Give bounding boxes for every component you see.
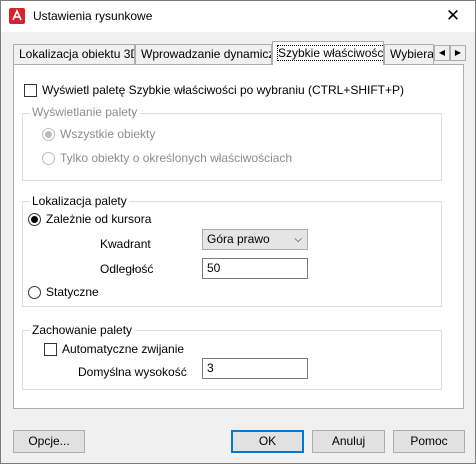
tab-label: Wybierani (390, 47, 434, 61)
tab-panel-quick-properties: Wyświetl paletę Szybkie właściwości po w… (13, 64, 464, 409)
show-palette-label[interactable]: Wyświetl paletę Szybkie właściwości po w… (42, 83, 404, 97)
all-objects-label: Wszystkie obiekty (60, 127, 156, 141)
window-title: Ustawienia rysunkowe (33, 9, 153, 23)
specified-objects-label: Tylko obiekty o określonych właściwościa… (60, 151, 293, 165)
tab-selection-cycling[interactable]: Wybierani (384, 44, 434, 64)
auto-collapse-checkbox[interactable] (44, 343, 57, 356)
autocad-app-icon (9, 8, 25, 24)
palette-location-title: Lokalizacja palety (30, 194, 129, 208)
quadrant-select-value: Góra prawo (207, 232, 270, 246)
static-label[interactable]: Statyczne (46, 285, 99, 299)
help-button[interactable]: Pomoc (393, 430, 465, 453)
distance-input[interactable]: 50 (202, 258, 308, 279)
tab-scroll-right-icon[interactable]: ▶ (450, 45, 466, 61)
palette-display-group (22, 113, 442, 181)
show-palette-checkbox[interactable] (24, 84, 37, 97)
options-button[interactable]: Opcje... (13, 430, 85, 453)
ok-button[interactable]: OK (231, 430, 304, 453)
default-height-input[interactable]: 3 (202, 358, 308, 379)
all-objects-radio[interactable] (42, 128, 55, 141)
static-radio[interactable] (28, 286, 41, 299)
tab-3d-object-snap[interactable]: Lokalizacja obiektu 3D (13, 44, 135, 64)
palette-display-title: Wyświetlanie palety (30, 105, 140, 119)
tab-label: Szybkie właściwości (276, 45, 383, 61)
auto-collapse-label[interactable]: Automatyczne zwijanie (62, 342, 184, 356)
specified-objects-radio[interactable] (42, 152, 55, 165)
chevron-down-icon: ⌵ (294, 234, 302, 245)
tab-scroll-left-icon[interactable]: ◀ (434, 45, 450, 61)
close-icon[interactable]: ✕ (431, 1, 475, 32)
distance-label: Odległość (100, 262, 154, 276)
cursor-dependent-label[interactable]: Zależnie od kursora (46, 212, 151, 226)
tab-dynamic-input[interactable]: Wprowadzanie dynamiczne (135, 44, 272, 64)
tab-quick-properties[interactable]: Szybkie właściwości (272, 41, 384, 65)
default-height-label: Domyślna wysokość (78, 365, 187, 379)
dialog-window: Ustawienia rysunkowe ✕ Lokalizacja obiek… (0, 0, 476, 464)
cancel-button[interactable]: Anuluj (312, 430, 385, 453)
title-bar[interactable]: Ustawienia rysunkowe ✕ (1, 1, 475, 32)
quadrant-label: Kwadrant (100, 237, 151, 251)
tab-label: Wprowadzanie dynamiczne (141, 47, 271, 61)
quadrant-select[interactable]: Góra prawo ⌵ (202, 229, 308, 250)
palette-behavior-title: Zachowanie palety (30, 323, 135, 337)
tab-label: Lokalizacja obiektu 3D (19, 47, 135, 61)
cursor-dependent-radio[interactable] (28, 213, 41, 226)
